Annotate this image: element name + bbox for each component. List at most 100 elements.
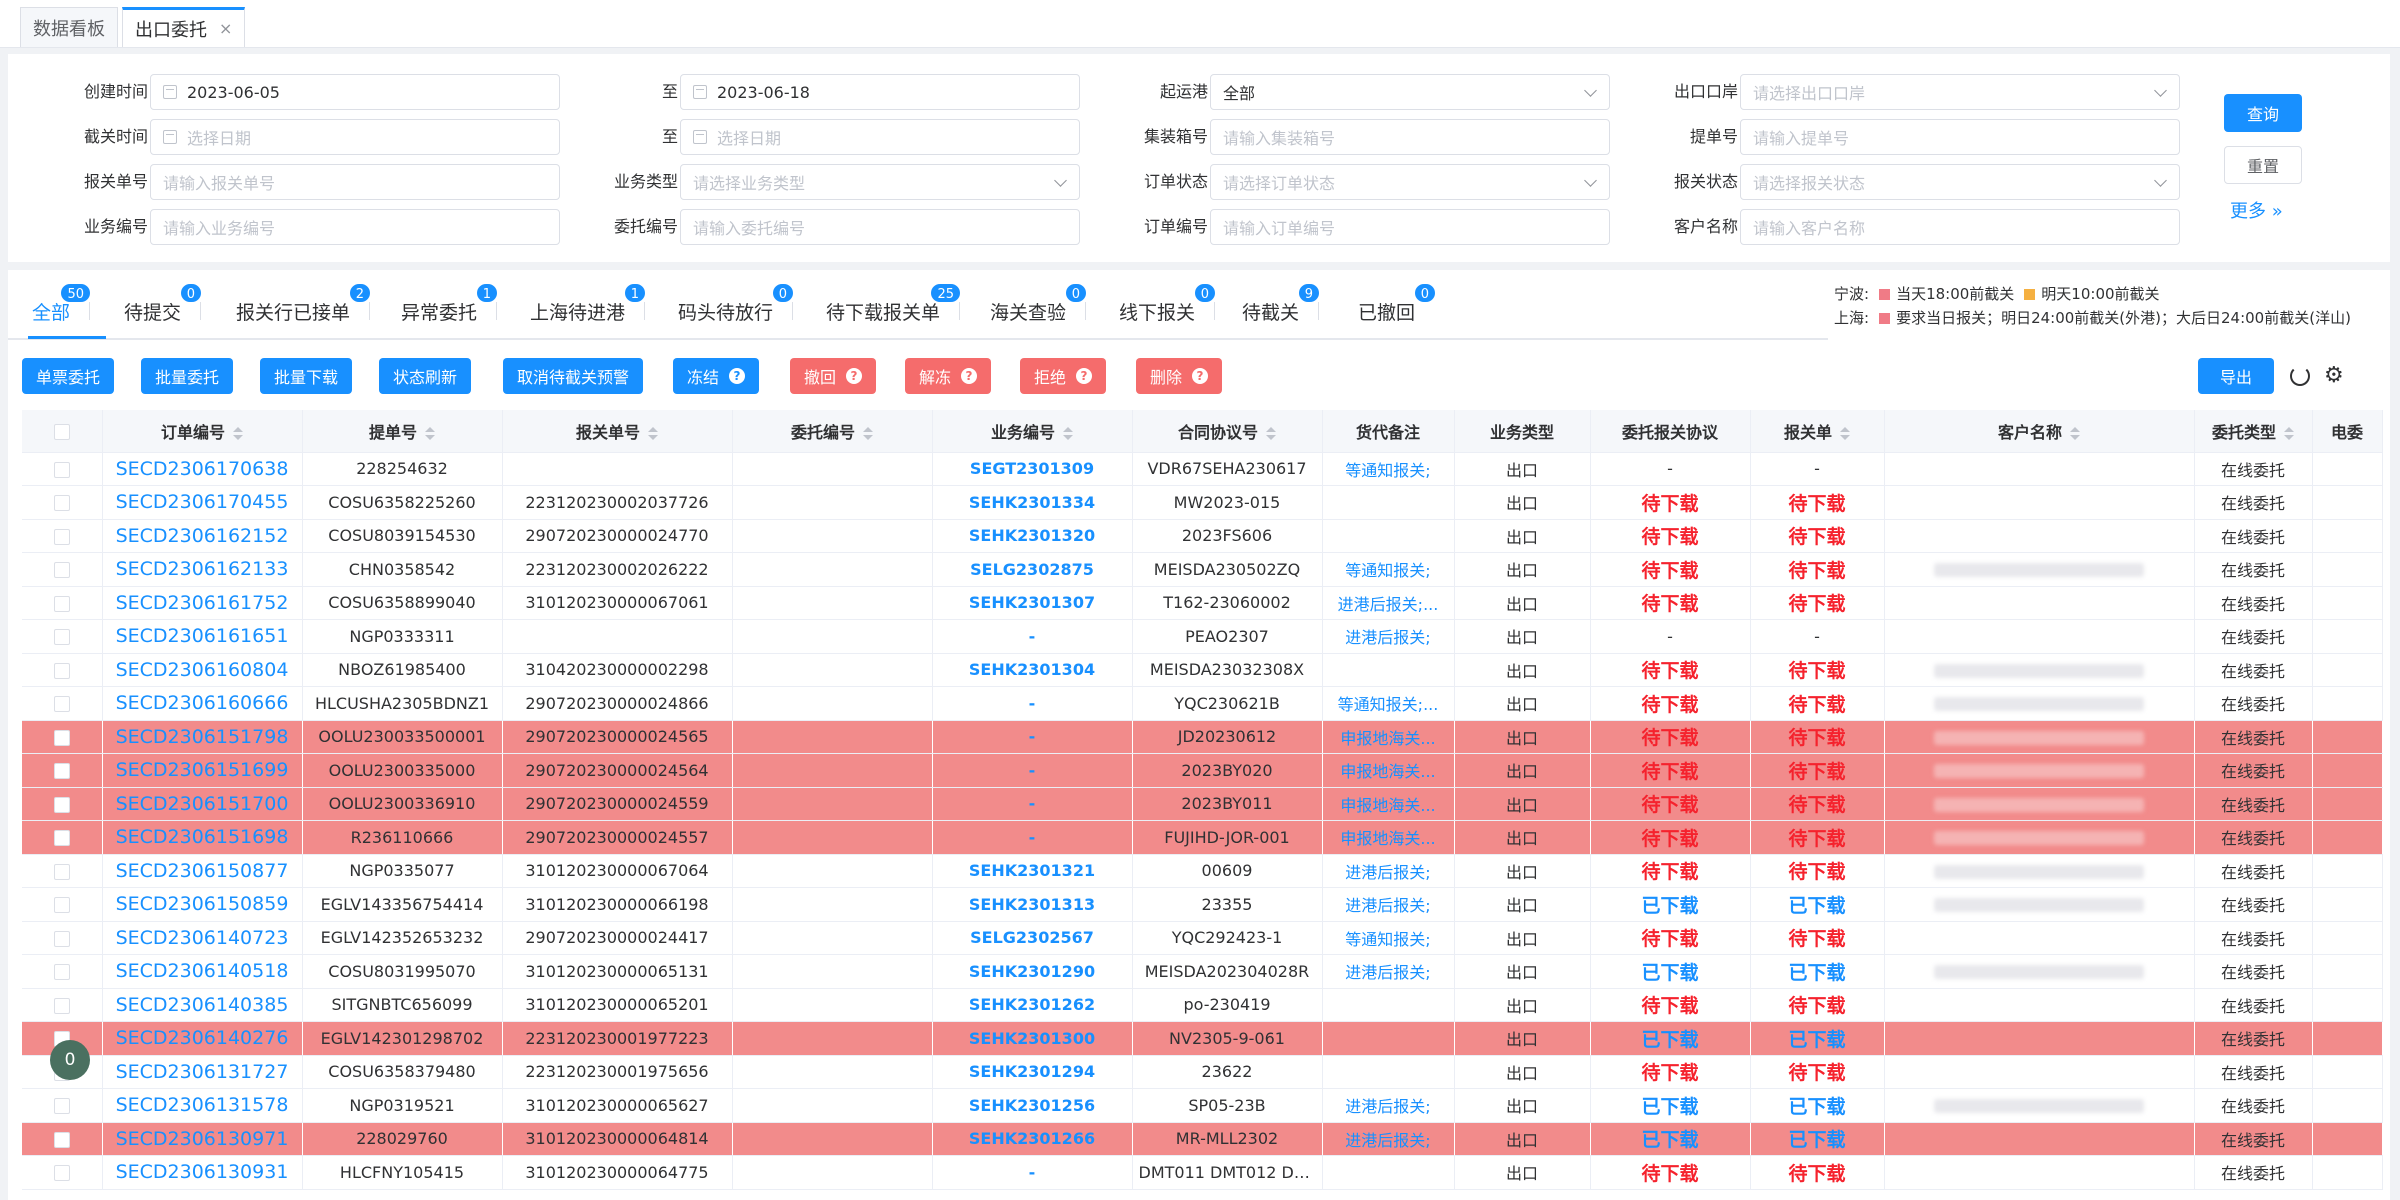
sort-icon[interactable] (2284, 426, 2294, 440)
forwarder-note[interactable]: 申报地海关... (1340, 762, 1435, 781)
row-checkbox[interactable] (53, 997, 70, 1014)
forwarder-note[interactable]: 进港后报关; (1345, 896, 1430, 915)
toolbar-button[interactable]: 冻结? (673, 358, 760, 394)
table-row[interactable]: SECD2306130971 228029760 31012023000006481… (22, 1122, 2383, 1156)
close-icon[interactable]: × (219, 19, 232, 38)
table-row[interactable]: SECD2306140518 COSU8031995070 310120230000… (22, 954, 2383, 989)
order-number-link[interactable]: SECD2306160804 (116, 659, 289, 681)
floating-badge[interactable]: 0 (50, 1040, 90, 1080)
order-number-link[interactable]: SECD2306161752 (116, 592, 289, 614)
filter-select-input[interactable]: 请选择出口口岸 (1740, 74, 2180, 110)
forwarder-note[interactable]: 进港后报关; (1345, 863, 1430, 882)
order-number-link[interactable]: SECD2306140518 (116, 960, 289, 982)
forwarder-note[interactable]: 进港后报关; (1345, 1131, 1430, 1150)
forwarder-note[interactable]: 进港后报关; (1345, 1097, 1430, 1116)
row-checkbox[interactable] (53, 964, 70, 981)
order-number-link[interactable]: SECD2306161651 (116, 625, 289, 647)
row-checkbox[interactable] (53, 629, 70, 646)
declaration-doc-status[interactable]: 待下载 (1788, 995, 1845, 1017)
toolbar-button[interactable]: 解冻? (905, 358, 992, 394)
filter-text-input[interactable]: 请输入集装箱号 (1210, 119, 1610, 155)
declaration-doc-status[interactable]: 待下载 (1788, 828, 1845, 850)
sort-icon[interactable] (425, 426, 435, 440)
declaration-doc-status[interactable]: 已下载 (1788, 1129, 1845, 1151)
business-number-link[interactable]: SEHK2301294 (969, 1062, 1095, 1081)
declaration-doc-status[interactable]: 已下载 (1788, 1029, 1845, 1051)
agreement-status[interactable]: 已下载 (1641, 1096, 1698, 1118)
toolbar-button[interactable]: 批量委托 (141, 358, 234, 394)
business-number-link[interactable]: - (1029, 694, 1036, 713)
sort-icon[interactable] (1063, 426, 1073, 440)
table-row[interactable]: SECD2306130931 HLCFNY105415 31012023000006… (22, 1155, 2383, 1190)
declaration-doc-status[interactable]: 待下载 (1788, 794, 1845, 816)
agreement-status[interactable]: 待下载 (1641, 1062, 1698, 1084)
order-number-link[interactable]: SECD2306160666 (116, 692, 289, 714)
business-number-link[interactable]: SELG2302567 (970, 928, 1094, 947)
toolbar-button[interactable]: 取消待截关预警 (503, 358, 644, 394)
agreement-status[interactable]: 待下载 (1641, 861, 1698, 883)
order-number-link[interactable]: SECD2306140276 (116, 1027, 289, 1049)
row-checkbox[interactable] (53, 595, 70, 612)
agreement-status[interactable]: 待下载 (1641, 660, 1698, 682)
table-row[interactable]: SECD2306140385 SITGNBTC656099 310120230000… (22, 988, 2383, 1022)
row-checkbox[interactable] (53, 1098, 70, 1115)
row-checkbox[interactable] (53, 562, 70, 579)
page-tab[interactable]: 出口委托 × (122, 7, 246, 47)
order-number-link[interactable]: SECD2306131727 (116, 1061, 289, 1083)
order-number-link[interactable]: SECD2306151699 (116, 759, 289, 781)
filter-date-input[interactable]: 2023-06-05 (150, 74, 560, 110)
forwarder-note[interactable]: 等通知报关; (1345, 461, 1430, 480)
business-number-link[interactable]: SEGT2301309 (970, 459, 1094, 478)
declaration-doc-status[interactable]: 待下载 (1788, 761, 1845, 783)
query-button[interactable]: 查询 (2224, 94, 2302, 132)
order-number-link[interactable]: SECD2306162133 (116, 558, 289, 580)
business-number-link[interactable]: SEHK2301313 (969, 895, 1095, 914)
business-number-link[interactable]: - (1029, 828, 1036, 847)
reset-button[interactable]: 重置 (2224, 146, 2302, 184)
filter-select-input[interactable]: 全部 (1210, 74, 1610, 110)
declaration-doc-status[interactable]: 待下载 (1788, 928, 1845, 950)
status-tab[interactable]: 待下载报关单 25 (826, 282, 963, 325)
forwarder-note[interactable]: 进港后报关; (1345, 963, 1430, 982)
order-number-link[interactable]: SECD2306162152 (116, 525, 289, 547)
status-tab[interactable]: 上海待进港 1 (530, 282, 648, 325)
declaration-doc-status[interactable]: 已下载 (1788, 962, 1845, 984)
business-number-link[interactable]: SEHK2301262 (969, 995, 1095, 1014)
declaration-doc-status[interactable]: 待下载 (1788, 493, 1845, 515)
refresh-icon[interactable] (2290, 366, 2310, 386)
sort-icon[interactable] (1840, 426, 1850, 440)
sort-icon[interactable] (863, 426, 873, 440)
status-tab[interactable]: 海关查验 0 (990, 282, 1089, 325)
order-number-link[interactable]: SECD2306140385 (116, 994, 289, 1016)
forwarder-note[interactable]: 申报地海关... (1340, 796, 1435, 815)
filter-date-input[interactable]: 2023-06-18 (680, 74, 1080, 110)
order-number-link[interactable]: SECD2306170455 (116, 491, 289, 513)
toolbar-button[interactable]: 拒绝? (1020, 358, 1107, 394)
table-row[interactable]: SECD2306170638 228254632 SEGT2301309 VDR67S… (22, 452, 2383, 486)
agreement-status[interactable]: 待下载 (1641, 761, 1698, 783)
filter-text-input[interactable]: 请输入提单号 (1740, 119, 2180, 155)
table-row[interactable]: SECD2306162152 COSU8039154530 290720230000… (22, 519, 2383, 553)
order-number-link[interactable]: SECD2306151698 (116, 826, 289, 848)
declaration-doc-status[interactable]: 待下载 (1788, 1062, 1845, 1084)
table-row[interactable]: SECD2306131578 NGP0319521 3101202300000656… (22, 1088, 2383, 1123)
table-row[interactable]: SECD2306140723 EGLV142352653232 2907202300… (22, 921, 2383, 955)
agreement-status[interactable]: 待下载 (1641, 995, 1698, 1017)
order-number-link[interactable]: SECD2306130931 (116, 1161, 289, 1183)
business-number-link[interactable]: SEHK2301334 (969, 493, 1095, 512)
row-checkbox[interactable] (53, 897, 70, 914)
business-number-link[interactable]: - (1029, 794, 1036, 813)
toolbar-button[interactable]: 单票委托 (22, 358, 115, 394)
sort-icon[interactable] (648, 426, 658, 440)
row-checkbox[interactable] (53, 796, 70, 813)
declaration-doc-status[interactable]: 待下载 (1788, 593, 1845, 615)
business-number-link[interactable]: - (1029, 727, 1036, 746)
filter-text-input[interactable]: 请输入委托编号 (680, 209, 1080, 245)
business-number-link[interactable]: - (1029, 761, 1036, 780)
export-button[interactable]: 导出 (2198, 358, 2274, 394)
row-checkbox[interactable] (53, 729, 70, 746)
table-row[interactable]: SECD2306151700 OOLU2300336910 290720230000… (22, 787, 2383, 821)
filter-date-input[interactable]: 选择日期 (680, 119, 1080, 155)
row-checkbox[interactable] (53, 495, 70, 512)
forwarder-note[interactable]: 等通知报关; (1345, 930, 1430, 949)
